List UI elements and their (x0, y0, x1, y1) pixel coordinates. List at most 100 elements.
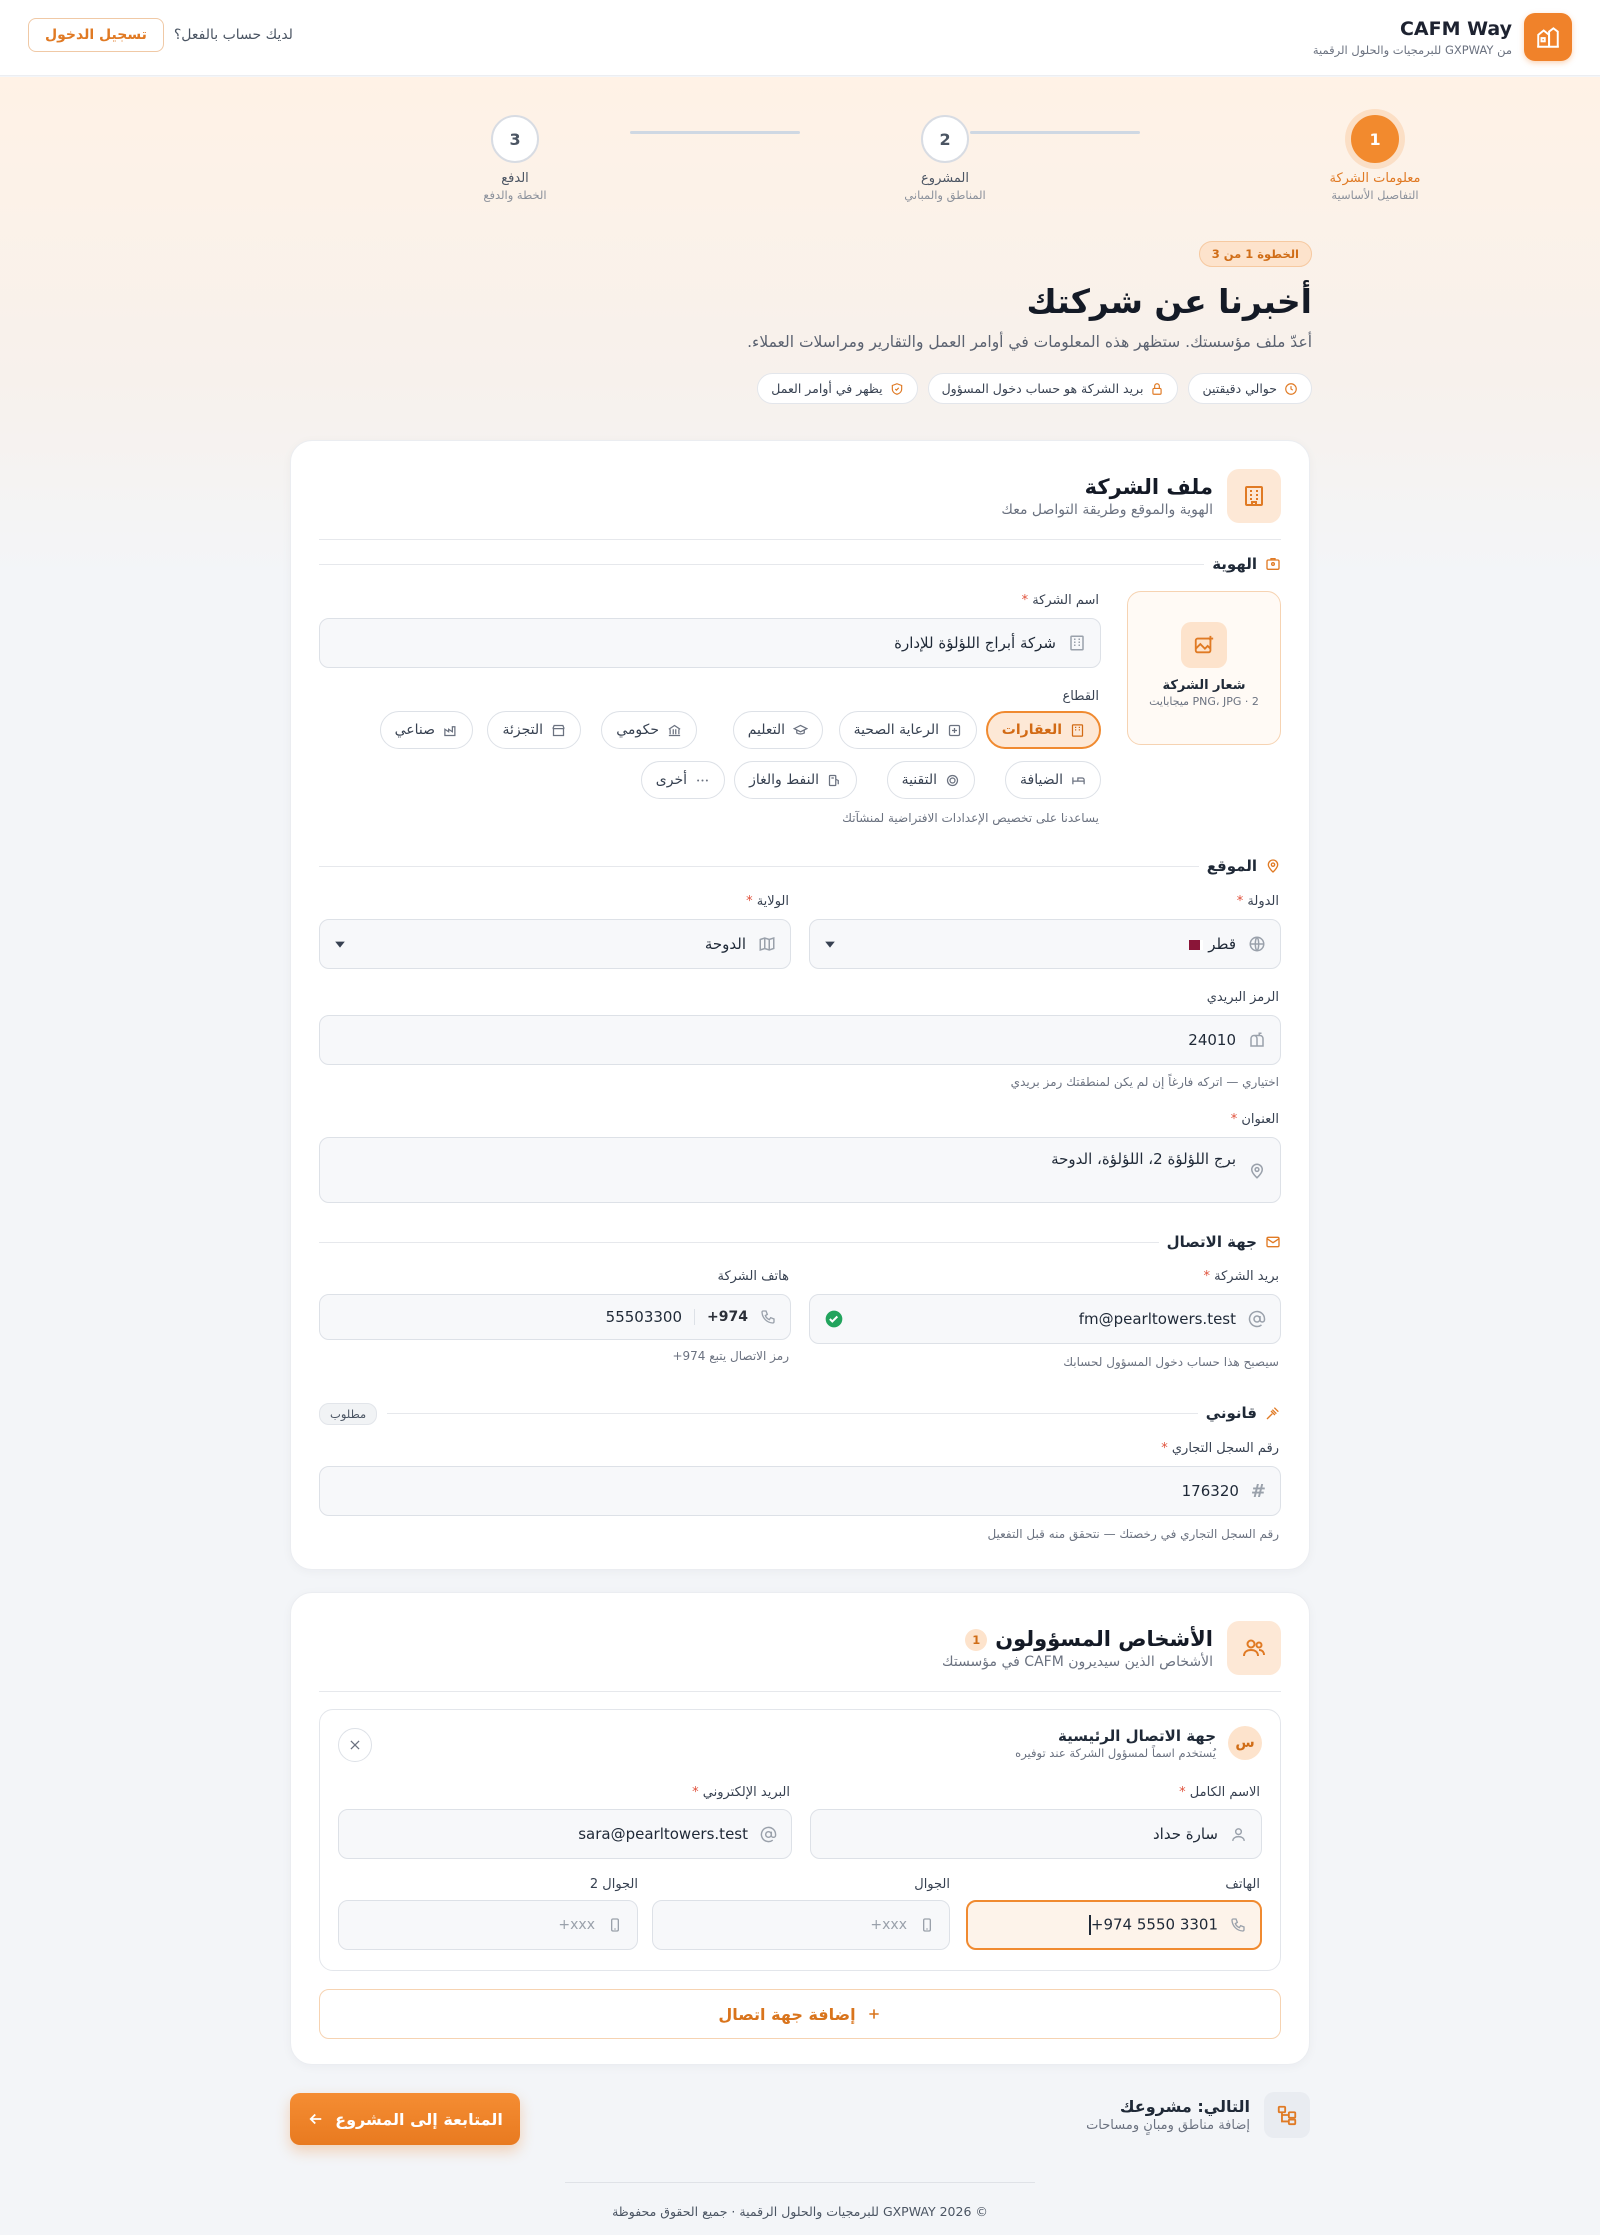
step-title: معلومات الشركة (1329, 171, 1421, 186)
logo-hint: PNG، JPG · 2 ميجابايت (1149, 695, 1259, 708)
sector-other[interactable]: أخرى (640, 761, 725, 799)
step-sub: الخطة والدفع (483, 188, 547, 202)
top-bar: CAFM Way من GXPWAY للبرمجيات والحلول الر… (0, 0, 1600, 76)
sector-label: القطاع (1062, 689, 1099, 704)
hash-icon: # (1250, 1480, 1266, 1502)
contact-phone-input[interactable]: +974 5550 3301 (966, 1900, 1262, 1950)
sector-healthcare[interactable]: الرعاية الصحية (838, 711, 977, 749)
sector-label: أخرى (655, 772, 687, 788)
info-chip: حوالي دقيقتين (1188, 373, 1312, 404)
clock-icon (1284, 382, 1298, 396)
input-value: +974 5550 3301 (1090, 1915, 1218, 1934)
card-title: الأشخاص المسؤولون1 (942, 1627, 1213, 1651)
app-name: CAFM Way (1399, 17, 1512, 40)
page-subtitle: أعدّ ملف مؤسستك. ستظهر هذه المعلومات في … (747, 333, 1312, 351)
logo-title: شعار الشركة (1162, 678, 1246, 693)
users-icon (1227, 1621, 1281, 1675)
postal-label: الرمز البريدي (1206, 990, 1279, 1005)
sector-industrial[interactable]: صناعي (379, 711, 473, 749)
sector-retail[interactable]: التجزئة (487, 711, 581, 749)
landmark-icon (667, 723, 682, 738)
input-value: sara@pearltowers.test (578, 1825, 748, 1843)
input-value: برج اللؤلؤة 2، اللؤلؤة، الدوحة (1051, 1150, 1236, 1168)
address-textarea[interactable]: برج اللؤلؤة 2، اللؤلؤة، الدوحة (319, 1137, 1281, 1203)
contact-subtitle: يُستخدم اسماً لمسؤول الشركة عند توفيره (1015, 1745, 1216, 1760)
chevron-down-icon (824, 938, 836, 950)
hospital-icon (947, 723, 962, 738)
sector-hospitality[interactable]: الضيافة (1005, 761, 1101, 799)
input-value: 55503300 (605, 1308, 683, 1326)
input-value: سارة حداد (1152, 1825, 1218, 1843)
step-number: 3 (491, 115, 539, 163)
store-icon (551, 723, 566, 738)
contact-email-input[interactable]: sara@pearltowers.test (338, 1809, 792, 1859)
section-label: جهة الاتصال (1166, 1233, 1257, 1251)
sector-label: التقنية (901, 772, 937, 788)
at-sign-icon (1248, 1310, 1266, 1328)
step-payment[interactable]: 3 الدفع الخطة والدفع (445, 115, 585, 202)
company-name-label: اسم الشركة * (1021, 593, 1099, 608)
image-plus-icon (1181, 622, 1227, 668)
divider (565, 2182, 1035, 2183)
mobile-label: الجوال (914, 1877, 950, 1892)
remove-contact-button[interactable] (338, 1728, 372, 1762)
sector-education[interactable]: التعليم (732, 711, 823, 749)
add-contact-label: إضافة جهة اتصال (718, 2004, 856, 2024)
input-placeholder: +xxx (870, 1917, 907, 1933)
bed-icon (1071, 773, 1086, 788)
postal-code-input[interactable]: 24010 (319, 1015, 1281, 1065)
sector-real-estate[interactable]: العقارات (985, 711, 1101, 749)
login-button[interactable]: تسجيل الدخول (28, 18, 164, 52)
graduation-cap-icon (793, 723, 808, 738)
step-company-info[interactable]: 1 معلومات الشركة التفاصيل الأساسية (1305, 115, 1445, 202)
sector-label: التعليم (747, 722, 785, 738)
cpu-icon (945, 773, 960, 788)
sitemap-icon (1264, 2092, 1310, 2138)
input-value: fm@pearltowers.test (1078, 1310, 1236, 1328)
chevron-down-icon (334, 938, 346, 950)
add-contact-button[interactable]: إضافة جهة اتصال (319, 1989, 1281, 2039)
company-name-input[interactable]: شركة أبراج اللؤلؤة للإدارة (319, 618, 1101, 668)
gavel-icon (1265, 1405, 1281, 1421)
required-pill: مطلوب (319, 1403, 378, 1425)
input-value: 24010 (1188, 1031, 1236, 1049)
mobile2-input[interactable]: +xxx (338, 1900, 638, 1950)
step-title: المشروع (921, 171, 969, 186)
smartphone-icon (919, 1917, 935, 1933)
close-icon (350, 1740, 360, 1750)
cr-number-input[interactable]: # 176320 (319, 1466, 1281, 1516)
cr-hint: رقم السجل التجاري في رخصتك — نتحقق منه ق… (987, 1527, 1279, 1541)
lock-icon (1150, 382, 1164, 396)
company-email-label: بريد الشركة * (1203, 1269, 1279, 1284)
company-email-input[interactable]: fm@pearltowers.test (809, 1294, 1281, 1344)
app-subtitle: من GXPWAY للبرمجيات والحلول الرقمية (1312, 42, 1512, 57)
email-label: البريد الإلكتروني * (692, 1785, 790, 1800)
step-project[interactable]: 2 المشروع المناطق والمباني (875, 115, 1015, 202)
divider (319, 539, 1281, 540)
step-sub: المناطق والمباني (904, 188, 986, 202)
phone-icon (760, 1309, 776, 1325)
copyright: © 2026 GXPWAY للبرمجيات والحلول الرقمية … (612, 2204, 988, 2219)
continue-button[interactable]: المتابعة إلى المشروع (290, 2093, 520, 2145)
mobile-input[interactable]: +xxx (652, 1900, 950, 1950)
cr-label: رقم السجل التجاري * (1161, 1441, 1279, 1456)
sector-government[interactable]: حكومي (601, 711, 697, 749)
fullname-input[interactable]: سارة حداد (810, 1809, 1262, 1859)
contact-entry: س جهة الاتصال الرئيسية يُستخدم اسماً لمس… (319, 1709, 1281, 1971)
input-placeholder: +xxx (558, 1917, 595, 1933)
card-subtitle: الأشخاص الذين سيديرون CAFM في مؤسستك (942, 1653, 1213, 1670)
map-pin-icon (1265, 858, 1281, 874)
logo-upload[interactable]: شعار الشركة PNG، JPG · 2 ميجابايت (1127, 591, 1281, 745)
section-legal: قانوني (319, 1404, 1281, 1422)
company-phone-input[interactable]: +974 55503300 (319, 1294, 791, 1340)
sector-oil-gas[interactable]: النفط والغاز (734, 761, 857, 799)
phone-icon (1230, 1917, 1246, 1933)
country-select[interactable]: قطر (809, 919, 1281, 969)
card-subtitle: الهوية والموقع وطريقة التواصل معك (1001, 501, 1213, 518)
brand[interactable]: CAFM Way من GXPWAY للبرمجيات والحلول الر… (1313, 13, 1572, 61)
step-connector (630, 131, 800, 134)
state-select[interactable]: الدوحة (319, 919, 791, 969)
sector-technology[interactable]: التقنية (886, 761, 975, 799)
smartphone-icon (607, 1917, 623, 1933)
section-label: قانوني (1205, 1404, 1257, 1422)
